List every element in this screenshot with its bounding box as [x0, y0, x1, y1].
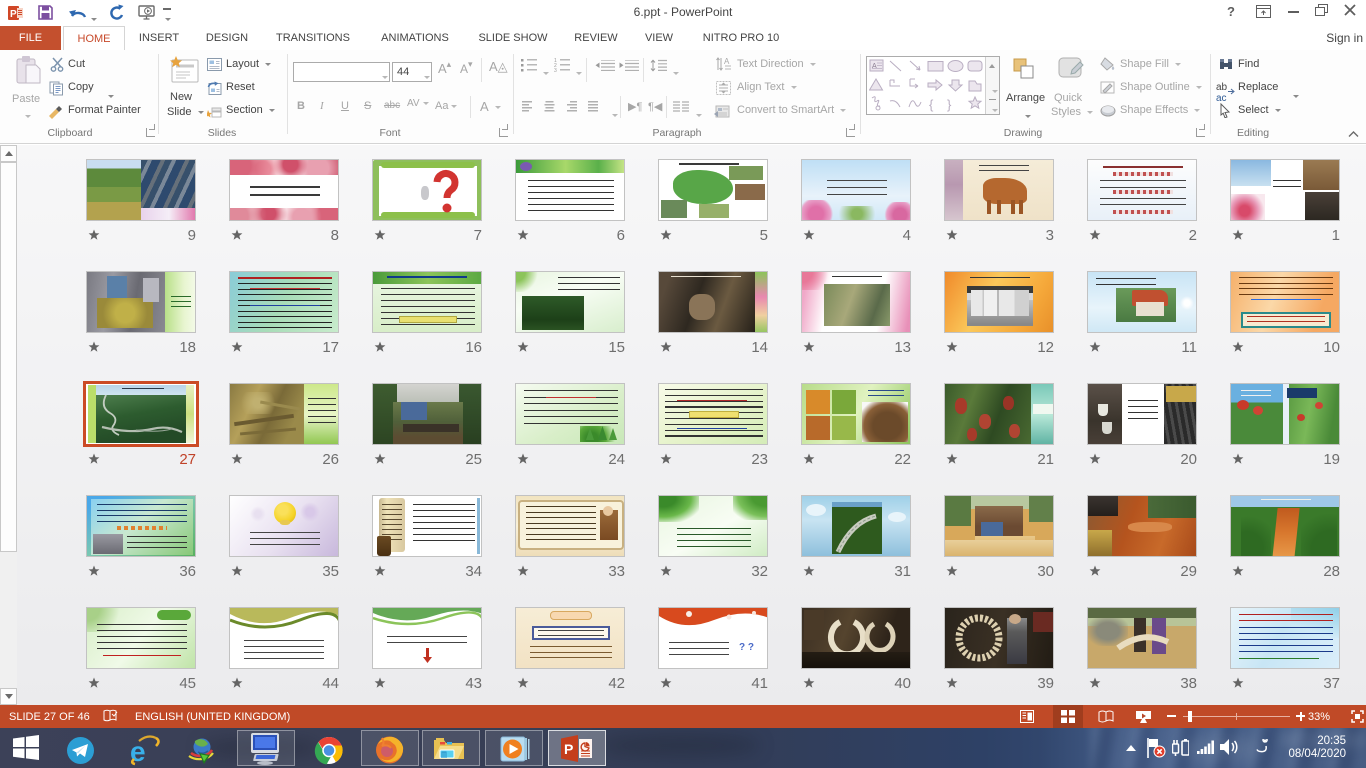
svg-text:{: { [929, 97, 934, 112]
svg-text:P: P [564, 741, 573, 757]
svg-text:}: } [947, 97, 952, 112]
svg-text:A: A [724, 57, 730, 66]
svg-text:3: 3 [554, 68, 557, 72]
svg-text:A: A [872, 63, 877, 70]
